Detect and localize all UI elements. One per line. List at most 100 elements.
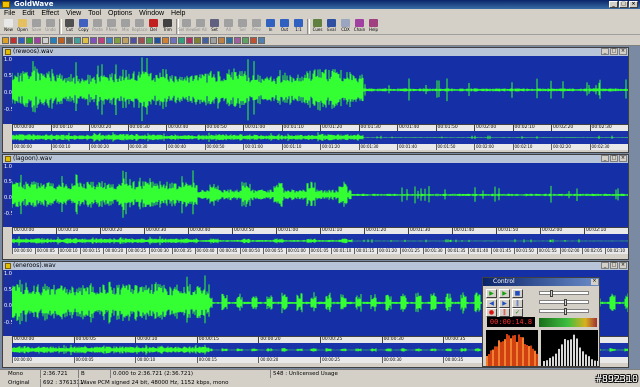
toolbar-button-paste[interactable]: Paste — [91, 18, 104, 35]
effect-tool-icon[interactable] — [42, 36, 49, 44]
effect-tool-icon[interactable] — [2, 36, 9, 44]
effect-tool-icon[interactable] — [58, 36, 65, 44]
toolbar-button-cues[interactable]: Cues — [311, 18, 324, 35]
effect-tool-icon[interactable] — [130, 36, 137, 44]
toolbar-button-out[interactable]: Out — [278, 18, 291, 35]
menu-file[interactable]: File — [4, 9, 15, 18]
time-ruler[interactable]: 00:00:00 00:00:10 00:00:20 00:00:30 00:00:40… — [12, 124, 628, 131]
minimize-icon[interactable]: _ — [609, 1, 618, 8]
toolbar-button-in[interactable]: In — [264, 18, 277, 35]
toolbar-button-1-1[interactable]: 1:1 — [292, 18, 305, 35]
effect-tool-icon[interactable] — [122, 36, 129, 44]
close-icon[interactable]: × — [629, 1, 638, 8]
effect-tool-icon[interactable] — [34, 36, 41, 44]
toolbar-button-cut[interactable]: Cut — [63, 18, 76, 35]
toolbar-button-save[interactable]: Save — [30, 18, 43, 35]
play-icon[interactable]: ▶ — [486, 289, 497, 298]
toolbar-button-del[interactable]: Del — [147, 18, 160, 35]
effect-tool-icon[interactable] — [226, 36, 233, 44]
record-icon[interactable]: ● — [486, 308, 497, 317]
maximize-icon[interactable]: □ — [610, 48, 618, 55]
effect-tool-icon[interactable] — [186, 36, 193, 44]
maximize-icon[interactable]: □ — [610, 262, 618, 269]
toolbar-button-sel-all[interactable]: Sel All — [194, 18, 207, 35]
toolbar-button-sel[interactable]: Sel — [236, 18, 249, 35]
toolbar-button-chain[interactable]: Chain — [353, 18, 366, 35]
toolbar-button-undo[interactable]: Undo — [44, 18, 57, 35]
control-titlebar[interactable]: Control × — [483, 278, 599, 286]
toolbar-button-help[interactable]: Help — [367, 18, 380, 35]
effect-tool-icon[interactable] — [178, 36, 185, 44]
toolbar-button-sel-view[interactable]: Sel View — [178, 18, 195, 35]
menu-effect[interactable]: Effect — [41, 9, 59, 18]
overview-tick-label: 00:00:45 — [217, 248, 240, 254]
effect-tool-icon[interactable] — [146, 36, 153, 44]
close-icon[interactable]: × — [619, 155, 627, 162]
record-pause-icon[interactable]: ‖ — [499, 308, 510, 317]
effect-tool-icon[interactable] — [106, 36, 113, 44]
effect-tool-icon[interactable] — [154, 36, 161, 44]
play-selection-icon[interactable]: ▶ — [499, 289, 510, 298]
minimize-icon[interactable]: _ — [601, 48, 609, 55]
toolbar-button-cdx[interactable]: CDX — [339, 18, 352, 35]
stop-icon[interactable]: ■ — [512, 289, 523, 298]
menu-view[interactable]: View — [66, 9, 81, 18]
menu-window[interactable]: Window — [139, 9, 164, 18]
effect-tool-icon[interactable] — [218, 36, 225, 44]
effect-tool-icon[interactable] — [234, 36, 241, 44]
options-icon[interactable]: ✓ — [512, 308, 523, 317]
effect-tool-icon[interactable] — [210, 36, 217, 44]
effect-tool-icon[interactable] — [250, 36, 257, 44]
effect-tool-icon[interactable] — [170, 36, 177, 44]
toolbar-button-set[interactable]: Set — [208, 18, 221, 35]
toolbar-button-eval[interactable]: Eval — [325, 18, 338, 35]
toolbar-button-trim[interactable]: Trim — [161, 18, 174, 35]
toolbar-button-mix[interactable]: Mix — [119, 18, 132, 35]
effect-tool-icon[interactable] — [194, 36, 201, 44]
maximize-icon[interactable]: □ — [610, 155, 618, 162]
close-icon[interactable]: × — [619, 48, 627, 55]
toolbar-button-p-new[interactable]: P.New — [105, 18, 118, 35]
effect-tool-icon[interactable] — [90, 36, 97, 44]
waveform-display[interactable] — [12, 163, 628, 227]
maximize-icon[interactable]: □ — [619, 1, 628, 8]
volume-slider[interactable] — [539, 290, 589, 297]
pause-icon[interactable]: ‖ — [512, 299, 523, 308]
toolbar-button-open[interactable]: Open — [16, 18, 29, 35]
minimize-icon[interactable]: _ — [601, 155, 609, 162]
toolbar-button-copy[interactable]: Copy — [77, 18, 90, 35]
speed-slider[interactable] — [539, 308, 589, 315]
menu-tool[interactable]: Tool — [88, 9, 101, 18]
close-icon[interactable]: × — [619, 262, 627, 269]
effect-tool-icon[interactable] — [74, 36, 81, 44]
rewind-icon[interactable]: ◀ — [486, 299, 497, 308]
menu-edit[interactable]: Edit — [22, 9, 34, 18]
overview-display[interactable] — [12, 131, 628, 144]
overview-display[interactable] — [12, 234, 628, 248]
fast-forward-icon[interactable]: ▶ — [499, 299, 510, 308]
effect-tool-icon[interactable] — [162, 36, 169, 44]
time-ruler[interactable]: 00:00:00 00:00:10 00:00:20 00:00:30 00:00:40… — [12, 227, 628, 234]
toolbar-button-replace[interactable]: Replace — [132, 18, 147, 35]
minimize-icon[interactable]: _ — [601, 262, 609, 269]
effect-tool-icon[interactable] — [258, 36, 265, 44]
menu-options[interactable]: Options — [108, 9, 132, 18]
effect-tool-icon[interactable] — [26, 36, 33, 44]
effect-tool-icon[interactable] — [66, 36, 73, 44]
close-icon[interactable]: × — [591, 279, 598, 285]
effect-tool-icon[interactable] — [114, 36, 121, 44]
effect-tool-icon[interactable] — [82, 36, 89, 44]
toolbar-button-new[interactable]: New — [2, 18, 15, 35]
toolbar-button-all[interactable]: All — [222, 18, 235, 35]
waveform-display[interactable] — [12, 56, 628, 124]
effect-tool-icon[interactable] — [50, 36, 57, 44]
effect-tool-icon[interactable] — [10, 36, 17, 44]
balance-slider[interactable] — [539, 299, 589, 306]
toolbar-button-prev[interactable]: Prev — [250, 18, 263, 35]
effect-tool-icon[interactable] — [18, 36, 25, 44]
effect-tool-icon[interactable] — [202, 36, 209, 44]
menu-help[interactable]: Help — [171, 9, 185, 18]
effect-tool-icon[interactable] — [242, 36, 249, 44]
effect-tool-icon[interactable] — [98, 36, 105, 44]
effect-tool-icon[interactable] — [138, 36, 145, 44]
